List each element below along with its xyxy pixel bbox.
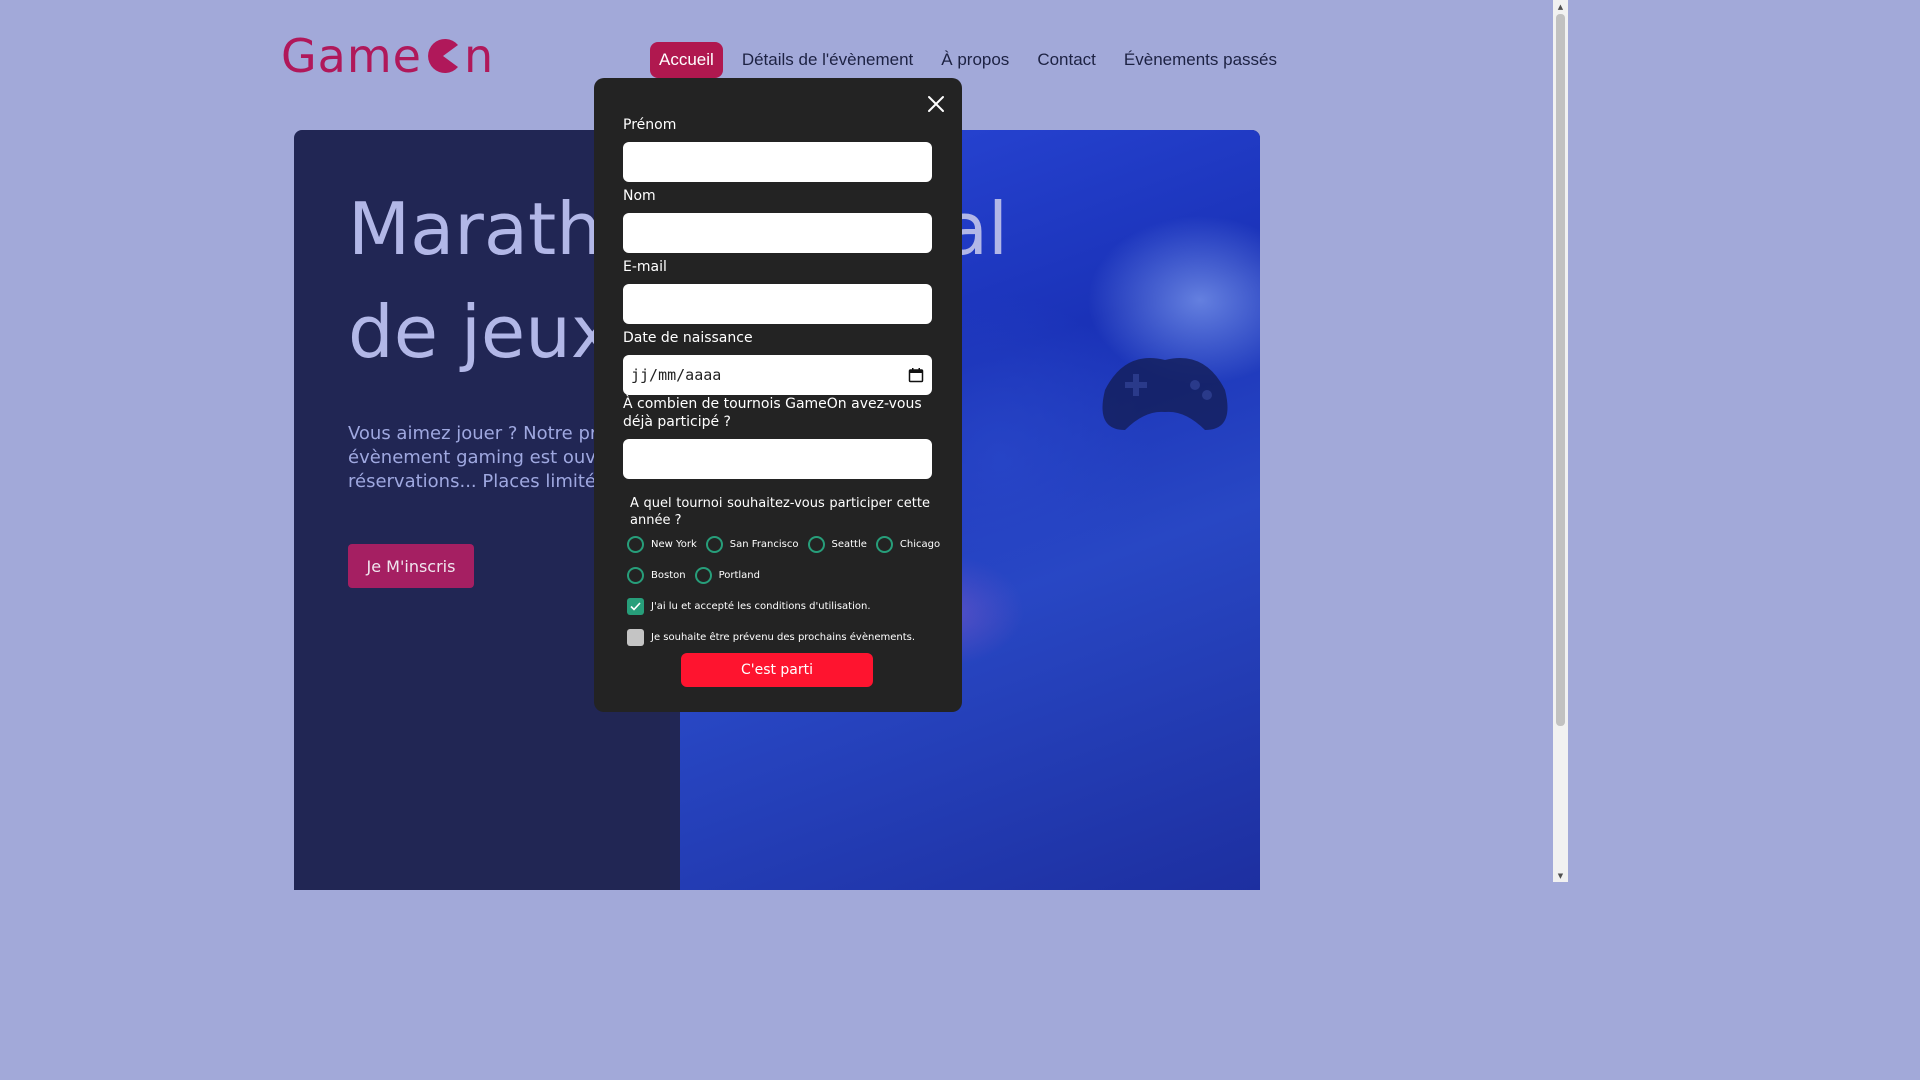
email-label: E-mail (623, 259, 667, 275)
close-icon[interactable] (926, 94, 946, 114)
scroll-up-icon[interactable]: ▲ (1556, 2, 1565, 11)
last-name-label: Nom (623, 188, 656, 204)
game-controller-icon (1102, 358, 1228, 430)
radio-circle[interactable] (694, 567, 712, 584)
radio-san-francisco[interactable]: San Francisco (705, 536, 799, 553)
radio-label: Seattle (831, 539, 867, 550)
submit-button[interactable]: C'est parti (681, 653, 873, 687)
nav-item-details[interactable]: Détails de l'évènement (733, 42, 922, 78)
location-question: A quel tournoi souhaitez-vous participer… (630, 496, 930, 528)
signup-button[interactable]: Je M'inscris (348, 544, 474, 588)
email-input[interactable] (623, 284, 932, 324)
hero-title-line1: Marath (348, 187, 602, 271)
checkbox-checked-icon[interactable] (627, 598, 644, 615)
location-radio-row-1: New York San Francisco Seattle Chicago (627, 536, 949, 553)
checkbox-unchecked-icon[interactable] (627, 629, 644, 646)
signup-modal: Prénom Nom E-mail Date de naissance jj/m… (594, 78, 962, 712)
page-scrollbar[interactable]: ▲ ▼ (1553, 0, 1568, 882)
nav-item-evenements-passes[interactable]: Évènements passés (1115, 42, 1286, 78)
tournaments-count-input[interactable] (623, 439, 932, 479)
terms-label: J'ai lu et accepté les conditions d'util… (651, 601, 871, 612)
first-name-label: Prénom (623, 117, 677, 133)
pacman-logo-icon (427, 39, 458, 73)
radio-label: Boston (651, 570, 686, 581)
logo-text-right: n (463, 29, 495, 83)
gameon-logo[interactable]: Game n (281, 29, 495, 83)
radio-circle[interactable] (627, 536, 644, 553)
calendar-icon[interactable] (908, 367, 924, 383)
birthdate-placeholder: jj/mm/aaaa (631, 366, 722, 384)
scroll-thumb[interactable] (1556, 14, 1565, 726)
radio-boston[interactable]: Boston (627, 567, 686, 584)
radio-label: New York (651, 539, 697, 550)
nav-item-a-propos[interactable]: À propos (932, 42, 1018, 78)
radio-seattle[interactable]: Seattle (807, 536, 867, 553)
radio-circle[interactable] (875, 536, 893, 553)
first-name-input[interactable] (623, 142, 932, 182)
radio-chicago[interactable]: Chicago (875, 536, 941, 553)
newsletter-checkbox[interactable]: Je souhaite être prévenu des prochains é… (627, 629, 915, 646)
last-name-input[interactable] (623, 213, 932, 253)
scroll-down-icon[interactable]: ▼ (1556, 871, 1565, 880)
radio-circle[interactable] (705, 536, 723, 553)
main-nav: Accueil Détails de l'évènement À propos … (650, 42, 1296, 78)
tournaments-count-label: À combien de tournois GameOn avez-vous d… (623, 396, 922, 430)
nav-item-accueil[interactable]: Accueil (650, 42, 723, 78)
radio-circle[interactable] (807, 536, 825, 553)
birthdate-input[interactable]: jj/mm/aaaa (623, 355, 932, 395)
radio-label: San Francisco (729, 539, 799, 550)
nav-item-contact[interactable]: Contact (1028, 42, 1105, 78)
location-radio-row-2: Boston Portland (627, 567, 769, 584)
logo-text-left: Game (281, 29, 422, 83)
radio-new-york[interactable]: New York (627, 536, 697, 553)
radio-circle[interactable] (627, 567, 644, 584)
newsletter-label: Je souhaite être prévenu des prochains é… (651, 632, 916, 643)
terms-checkbox[interactable]: J'ai lu et accepté les conditions d'util… (627, 598, 871, 615)
birthdate-label: Date de naissance (623, 330, 753, 346)
radio-label: Chicago (899, 539, 941, 550)
radio-label: Portland (718, 570, 760, 581)
radio-portland[interactable]: Portland (694, 567, 760, 584)
